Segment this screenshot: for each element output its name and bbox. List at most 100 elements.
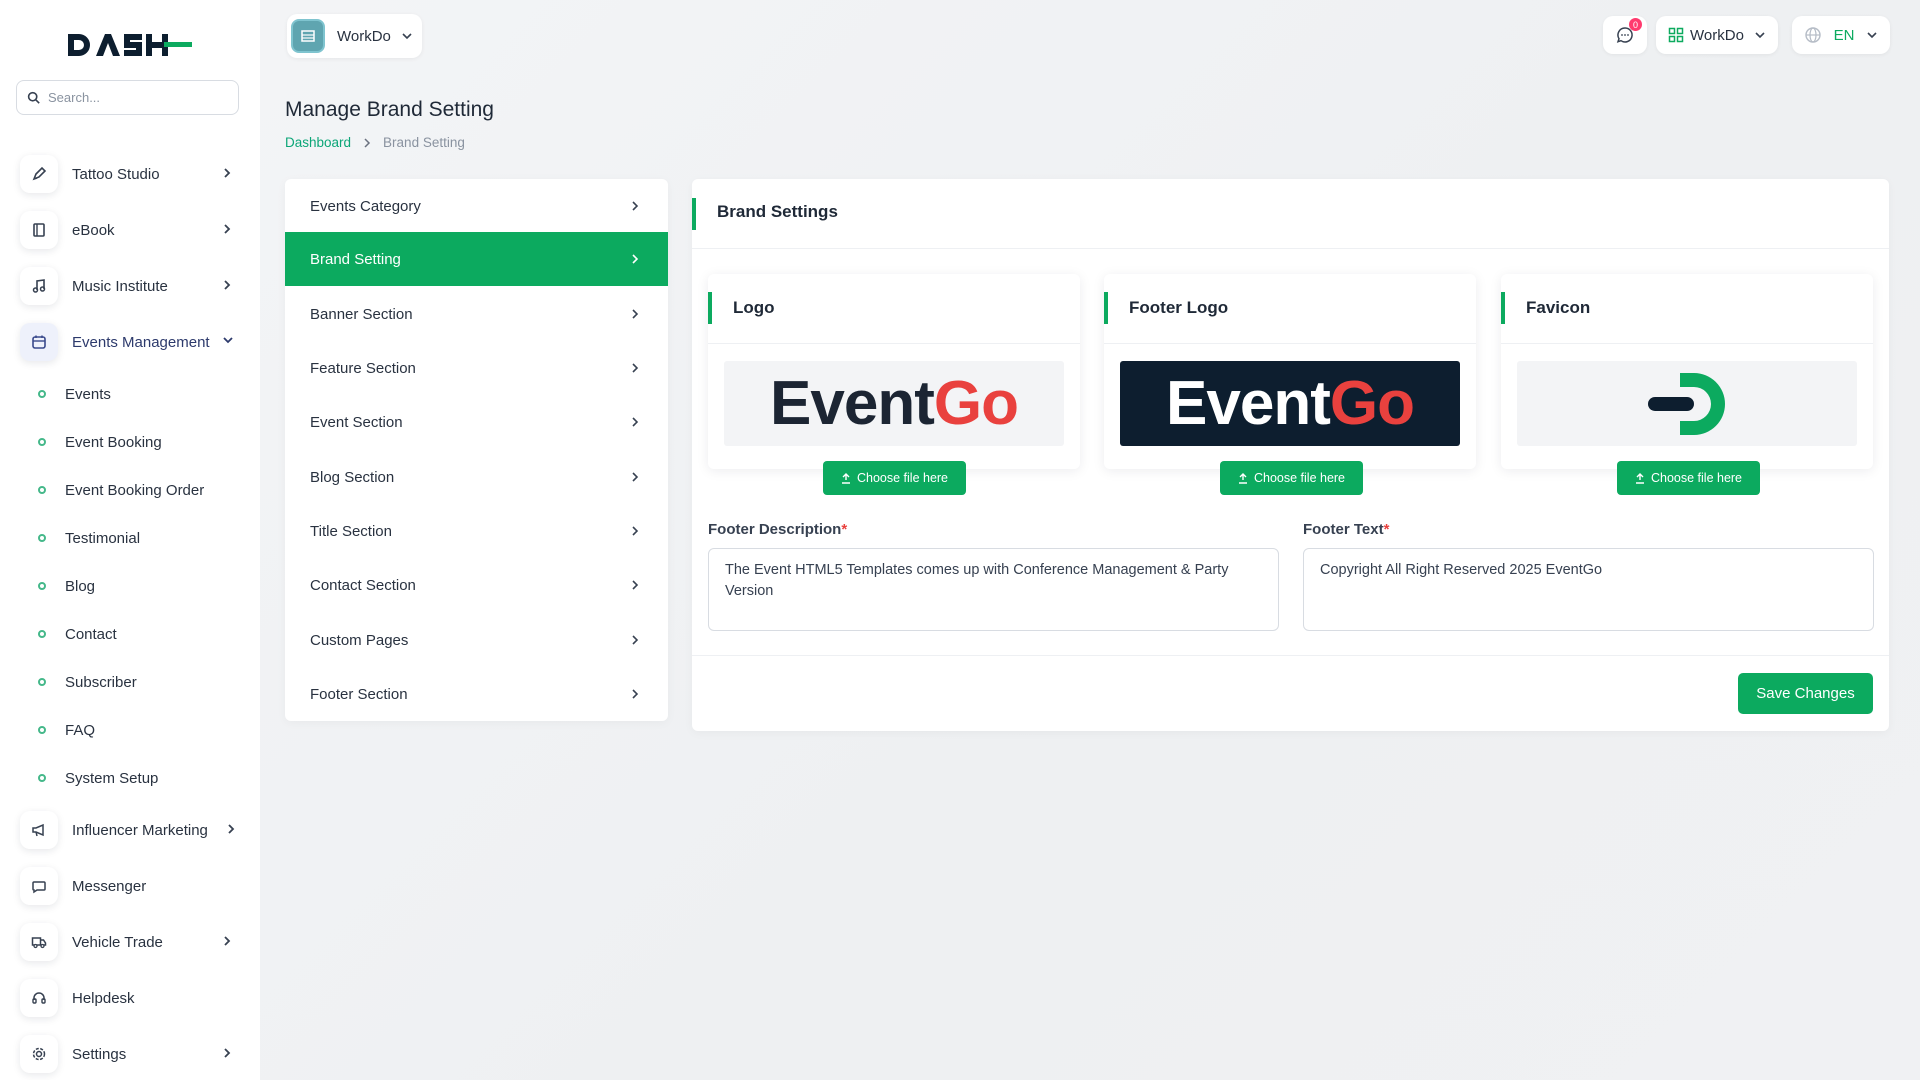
menu-item-events-category[interactable]: Events Category xyxy=(285,179,668,233)
sidebar-item-label: Events Management xyxy=(72,333,210,351)
menu-item-banner-section[interactable]: Banner Section xyxy=(285,287,668,341)
chevron-right-icon xyxy=(224,168,231,178)
submenu-item-contact[interactable]: Contact xyxy=(38,622,117,646)
pen-icon xyxy=(20,155,58,193)
menu-item-label: Feature Section xyxy=(310,359,416,377)
footer-logo-preview-image: EventGo xyxy=(1120,361,1460,446)
workspace-name: WorkDo xyxy=(337,27,391,45)
chevron-right-icon xyxy=(632,363,639,373)
submenu-label: FAQ xyxy=(65,721,96,739)
sidebar-item-ebook[interactable]: eBook xyxy=(20,210,250,250)
sidebar: Tattoo Studio eBook Music Institute Even… xyxy=(0,0,260,1080)
favicon-choose-file-button[interactable]: Choose file here xyxy=(1617,461,1760,495)
breadcrumb-dashboard-link[interactable]: Dashboard xyxy=(285,135,351,150)
chevron-right-icon xyxy=(632,689,639,699)
bullet-icon xyxy=(38,438,46,446)
sidebar-item-influencer-marketing[interactable]: Influencer Marketing xyxy=(20,810,250,850)
sidebar-item-settings[interactable]: Settings xyxy=(20,1034,250,1074)
chevron-right-icon xyxy=(632,309,639,319)
sidebar-item-helpdesk[interactable]: Helpdesk xyxy=(20,978,250,1018)
submenu-item-events[interactable]: Events xyxy=(38,382,111,406)
logo-choose-file-button[interactable]: Choose file here xyxy=(823,461,966,495)
footer-description-label: Footer Description* xyxy=(708,521,847,538)
search-icon xyxy=(27,91,40,104)
menu-item-label: Event Section xyxy=(310,413,403,431)
bullet-icon xyxy=(38,774,46,782)
menu-item-feature-section[interactable]: Feature Section xyxy=(285,341,668,395)
bullet-icon xyxy=(38,582,46,590)
menu-item-footer-section[interactable]: Footer Section xyxy=(285,667,668,721)
workspace-avatar-icon xyxy=(291,19,325,53)
submenu-item-event-booking-order[interactable]: Event Booking Order xyxy=(38,478,204,502)
accent-bar xyxy=(1501,292,1505,324)
menu-item-event-section[interactable]: Event Section xyxy=(285,395,668,449)
chevron-right-icon xyxy=(224,280,231,290)
submenu-item-system-setup[interactable]: System Setup xyxy=(38,766,158,790)
menu-item-contact-section[interactable]: Contact Section xyxy=(285,558,668,612)
notifications-button[interactable]: 0 xyxy=(1603,16,1647,54)
search-input[interactable] xyxy=(48,90,228,105)
truck-icon xyxy=(20,923,58,961)
favicon-d-icon xyxy=(1648,372,1725,435)
chevron-down-icon xyxy=(1755,32,1765,39)
book-icon xyxy=(20,211,58,249)
bullet-icon xyxy=(38,726,46,734)
sidebar-item-music-institute[interactable]: Music Institute xyxy=(20,266,250,306)
logo-preview-image: EventGo xyxy=(724,361,1064,446)
save-changes-button[interactable]: Save Changes xyxy=(1738,673,1873,714)
upload-icon xyxy=(1635,472,1644,484)
required-mark: * xyxy=(1383,521,1390,538)
bullet-icon xyxy=(38,678,46,686)
submenu-label: Events xyxy=(65,385,111,403)
submenu-label: Contact xyxy=(65,625,117,643)
choose-file-label: Choose file here xyxy=(856,471,949,485)
gear-icon xyxy=(20,1035,58,1073)
submenu-label: System Setup xyxy=(65,769,159,787)
submenu-label: Event Booking Order xyxy=(65,481,205,499)
chevron-right-icon xyxy=(632,580,639,590)
sidebar-item-label: Vehicle Trade xyxy=(72,933,163,951)
menu-item-label: Custom Pages xyxy=(310,631,409,649)
accent-bar xyxy=(692,198,696,230)
footer-description-textarea[interactable]: The Event HTML5 Templates comes up with … xyxy=(708,548,1279,631)
chat-icon xyxy=(20,867,58,905)
menu-item-custom-pages[interactable]: Custom Pages xyxy=(285,613,668,667)
menu-item-brand-setting[interactable]: Brand Setting xyxy=(285,232,668,286)
dash-logo-icon xyxy=(68,34,192,56)
dash-logo[interactable] xyxy=(64,28,194,62)
footer-logo-choose-file-button[interactable]: Choose file here xyxy=(1220,461,1363,495)
logo-card-title: Logo xyxy=(733,298,775,317)
chevron-right-icon xyxy=(632,417,639,427)
required-mark: * xyxy=(841,521,848,538)
footer-text-label: Footer Text* xyxy=(1303,521,1389,538)
chevron-down-icon xyxy=(223,337,233,344)
sidebar-item-label: Tattoo Studio xyxy=(72,165,160,183)
submenu-item-faq[interactable]: FAQ xyxy=(38,718,95,742)
submenu-item-testimonial[interactable]: Testimonial xyxy=(38,526,140,550)
language-switcher[interactable]: EN xyxy=(1792,16,1890,54)
menu-item-title-section[interactable]: Title Section xyxy=(285,504,668,558)
footer-description-label-text: Footer Description xyxy=(708,521,842,538)
sidebar-item-events-management[interactable]: Events Management xyxy=(20,322,250,362)
submenu-item-blog[interactable]: Blog xyxy=(38,574,95,598)
choose-file-label: Choose file here xyxy=(1650,471,1743,485)
sidebar-item-vehicle-trade[interactable]: Vehicle Trade xyxy=(20,922,250,962)
notification-count-badge: 0 xyxy=(1629,18,1642,31)
footer-logo-card-title: Footer Logo xyxy=(1129,298,1229,317)
chevron-right-icon xyxy=(224,224,231,234)
sidebar-item-tattoo-studio[interactable]: Tattoo Studio xyxy=(20,154,250,194)
footer-text-textarea[interactable]: Copyright All Right Reserved 2025 EventG… xyxy=(1303,548,1874,631)
brand-settings-card: Brand Settings Logo EventGo Footer Logo … xyxy=(692,179,1889,731)
sidebar-item-messenger[interactable]: Messenger xyxy=(20,866,250,906)
company-switcher[interactable]: WorkDo xyxy=(1656,16,1778,54)
menu-item-blog-section[interactable]: Blog Section xyxy=(285,450,668,504)
favicon-preview-image xyxy=(1517,361,1857,446)
submenu-item-subscriber[interactable]: Subscriber xyxy=(38,670,137,694)
breadcrumb-chevron-icon xyxy=(363,137,371,148)
headset-icon xyxy=(20,979,58,1017)
submenu-item-event-booking[interactable]: Event Booking xyxy=(38,430,162,454)
workspace-switcher[interactable]: WorkDo xyxy=(287,14,422,58)
chevron-down-icon xyxy=(402,33,412,40)
accent-bar xyxy=(708,292,712,324)
search-box[interactable] xyxy=(16,80,239,115)
